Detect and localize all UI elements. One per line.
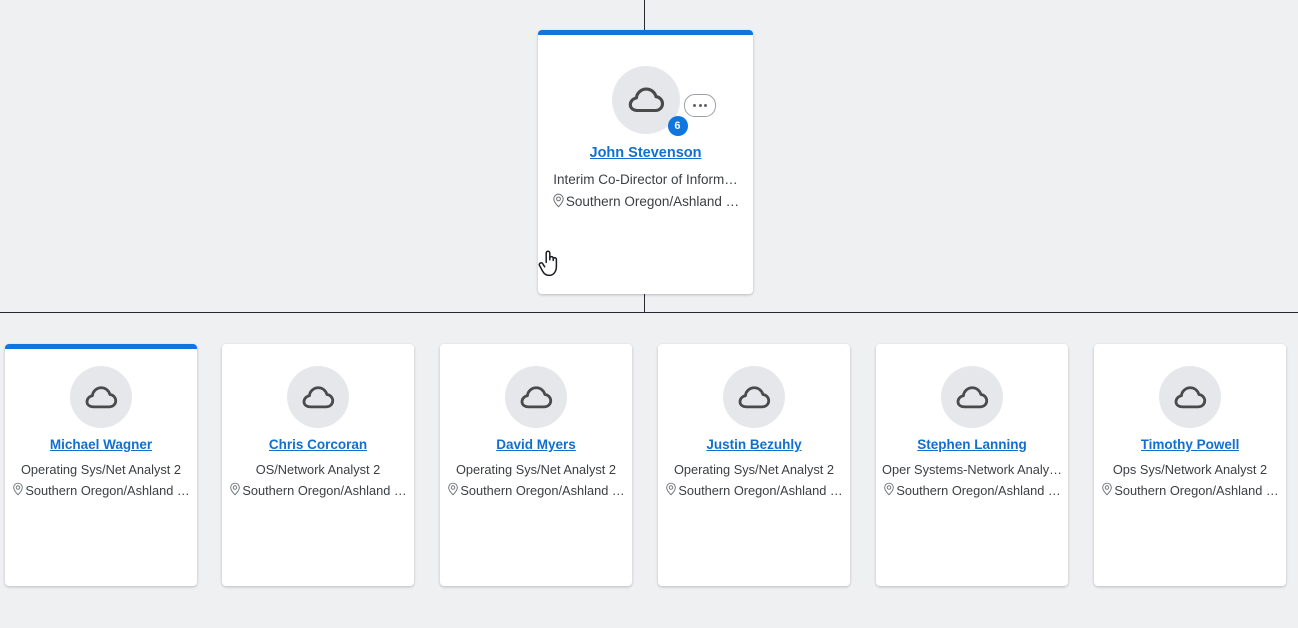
person-name-link[interactable]: Justin Bezuhly [706,437,801,452]
org-card-child[interactable]: Michael Wagner Operating Sys/Net Analyst… [5,344,197,586]
card-body: Stephen Lanning Oper Systems-Network Ana… [876,344,1068,499]
person-name-link[interactable]: Timothy Powell [1141,437,1240,452]
card-body: Michael Wagner Operating Sys/Net Analyst… [5,344,197,499]
org-card-child[interactable]: Chris Corcoran OS/Network Analyst 2 Sout… [222,344,414,586]
card-body: Justin Bezuhly Operating Sys/Net Analyst… [658,344,850,499]
org-chart-canvas: 6 John Stevenson Interim Co-Director of … [0,0,1298,628]
org-card-child[interactable]: Timothy Powell Ops Sys/Network Analyst 2… [1094,344,1286,586]
person-title: Oper Systems-Network Analy… [882,463,1062,477]
avatar[interactable] [723,366,785,428]
map-pin-icon [229,482,241,499]
cloud-icon [1173,385,1207,410]
avatar[interactable]: 6 [611,66,688,136]
avatar-circle [70,366,132,428]
avatar[interactable] [941,366,1003,428]
card-body: David Myers Operating Sys/Net Analyst 2 … [440,344,632,499]
cloud-icon [737,385,771,410]
connector-line-bottom [644,292,645,313]
person-location-text: Southern Oregon/Ashland … [242,483,407,499]
person-location: Southern Oregon/Ashland … [229,482,407,499]
person-location-text: Southern Oregon/Ashland … [678,483,843,499]
more-options-icon [698,104,702,107]
direct-reports-badge: 6 [667,116,688,136]
connector-line-top [644,0,645,31]
person-title: Ops Sys/Network Analyst 2 [1112,463,1268,477]
avatar-circle [287,366,349,428]
cloud-icon [301,385,335,410]
card-body: Timothy Powell Ops Sys/Network Analyst 2… [1094,344,1286,499]
map-pin-icon [665,482,677,499]
map-pin-icon [552,193,565,211]
person-name-link[interactable]: John Stevenson [590,145,702,161]
person-location-text: Southern Oregon/Ashland … [25,483,190,499]
person-title: Operating Sys/Net Analyst 2 [673,463,835,477]
more-options-button[interactable] [684,94,716,117]
person-name-link[interactable]: Chris Corcoran [269,437,367,452]
person-location: Southern Oregon/Ashland … [665,482,843,499]
person-name-link[interactable]: Stephen Lanning [917,437,1027,452]
cloud-icon [519,385,553,410]
more-options-icon [704,104,707,107]
avatar[interactable] [1159,366,1221,428]
card-body: Chris Corcoran OS/Network Analyst 2 Sout… [222,344,414,499]
person-title: Operating Sys/Net Analyst 2 [20,463,182,477]
person-location: Southern Oregon/Ashland … [1101,482,1279,499]
map-pin-icon [883,482,895,499]
cloud-icon [955,385,989,410]
person-title: Operating Sys/Net Analyst 2 [455,463,617,477]
avatar-circle [941,366,1003,428]
connector-line-horizontal [0,312,1298,313]
more-options-icon [693,104,696,107]
avatar[interactable] [287,366,349,428]
avatar-circle [1159,366,1221,428]
cloud-icon [627,86,665,114]
person-title: OS/Network Analyst 2 [255,463,381,477]
avatar[interactable] [70,366,132,428]
person-location-text: Southern Oregon/Ashland … [460,483,625,499]
avatar-circle [505,366,567,428]
avatar-circle [723,366,785,428]
map-pin-icon [12,482,24,499]
person-location: Southern Oregon/Ashland … [447,482,625,499]
person-name-link[interactable]: Michael Wagner [50,437,152,452]
person-location: Southern Oregon/Ashland … [12,482,190,499]
person-location: Southern Oregon/Ashland … [883,482,1061,499]
org-card-child[interactable]: David Myers Operating Sys/Net Analyst 2 … [440,344,632,586]
person-location-text: Southern Oregon/Ashland … [896,483,1061,499]
card-body: 6 John Stevenson Interim Co-Director of … [538,30,753,211]
person-title: Interim Co-Director of Inform… [553,173,738,187]
org-card-root[interactable]: 6 John Stevenson Interim Co-Director of … [538,30,753,294]
person-location-text: Southern Oregon/Ashland … [565,194,740,210]
org-card-child[interactable]: Stephen Lanning Oper Systems-Network Ana… [876,344,1068,586]
person-name-link[interactable]: David Myers [496,437,576,452]
person-location-text: Southern Oregon/Ashland … [1114,483,1279,499]
map-pin-icon [1101,482,1113,499]
cloud-icon [84,385,118,410]
org-card-child[interactable]: Justin Bezuhly Operating Sys/Net Analyst… [658,344,850,586]
person-location: Southern Oregon/Ashland … [552,193,739,211]
avatar[interactable] [505,366,567,428]
map-pin-icon [447,482,459,499]
